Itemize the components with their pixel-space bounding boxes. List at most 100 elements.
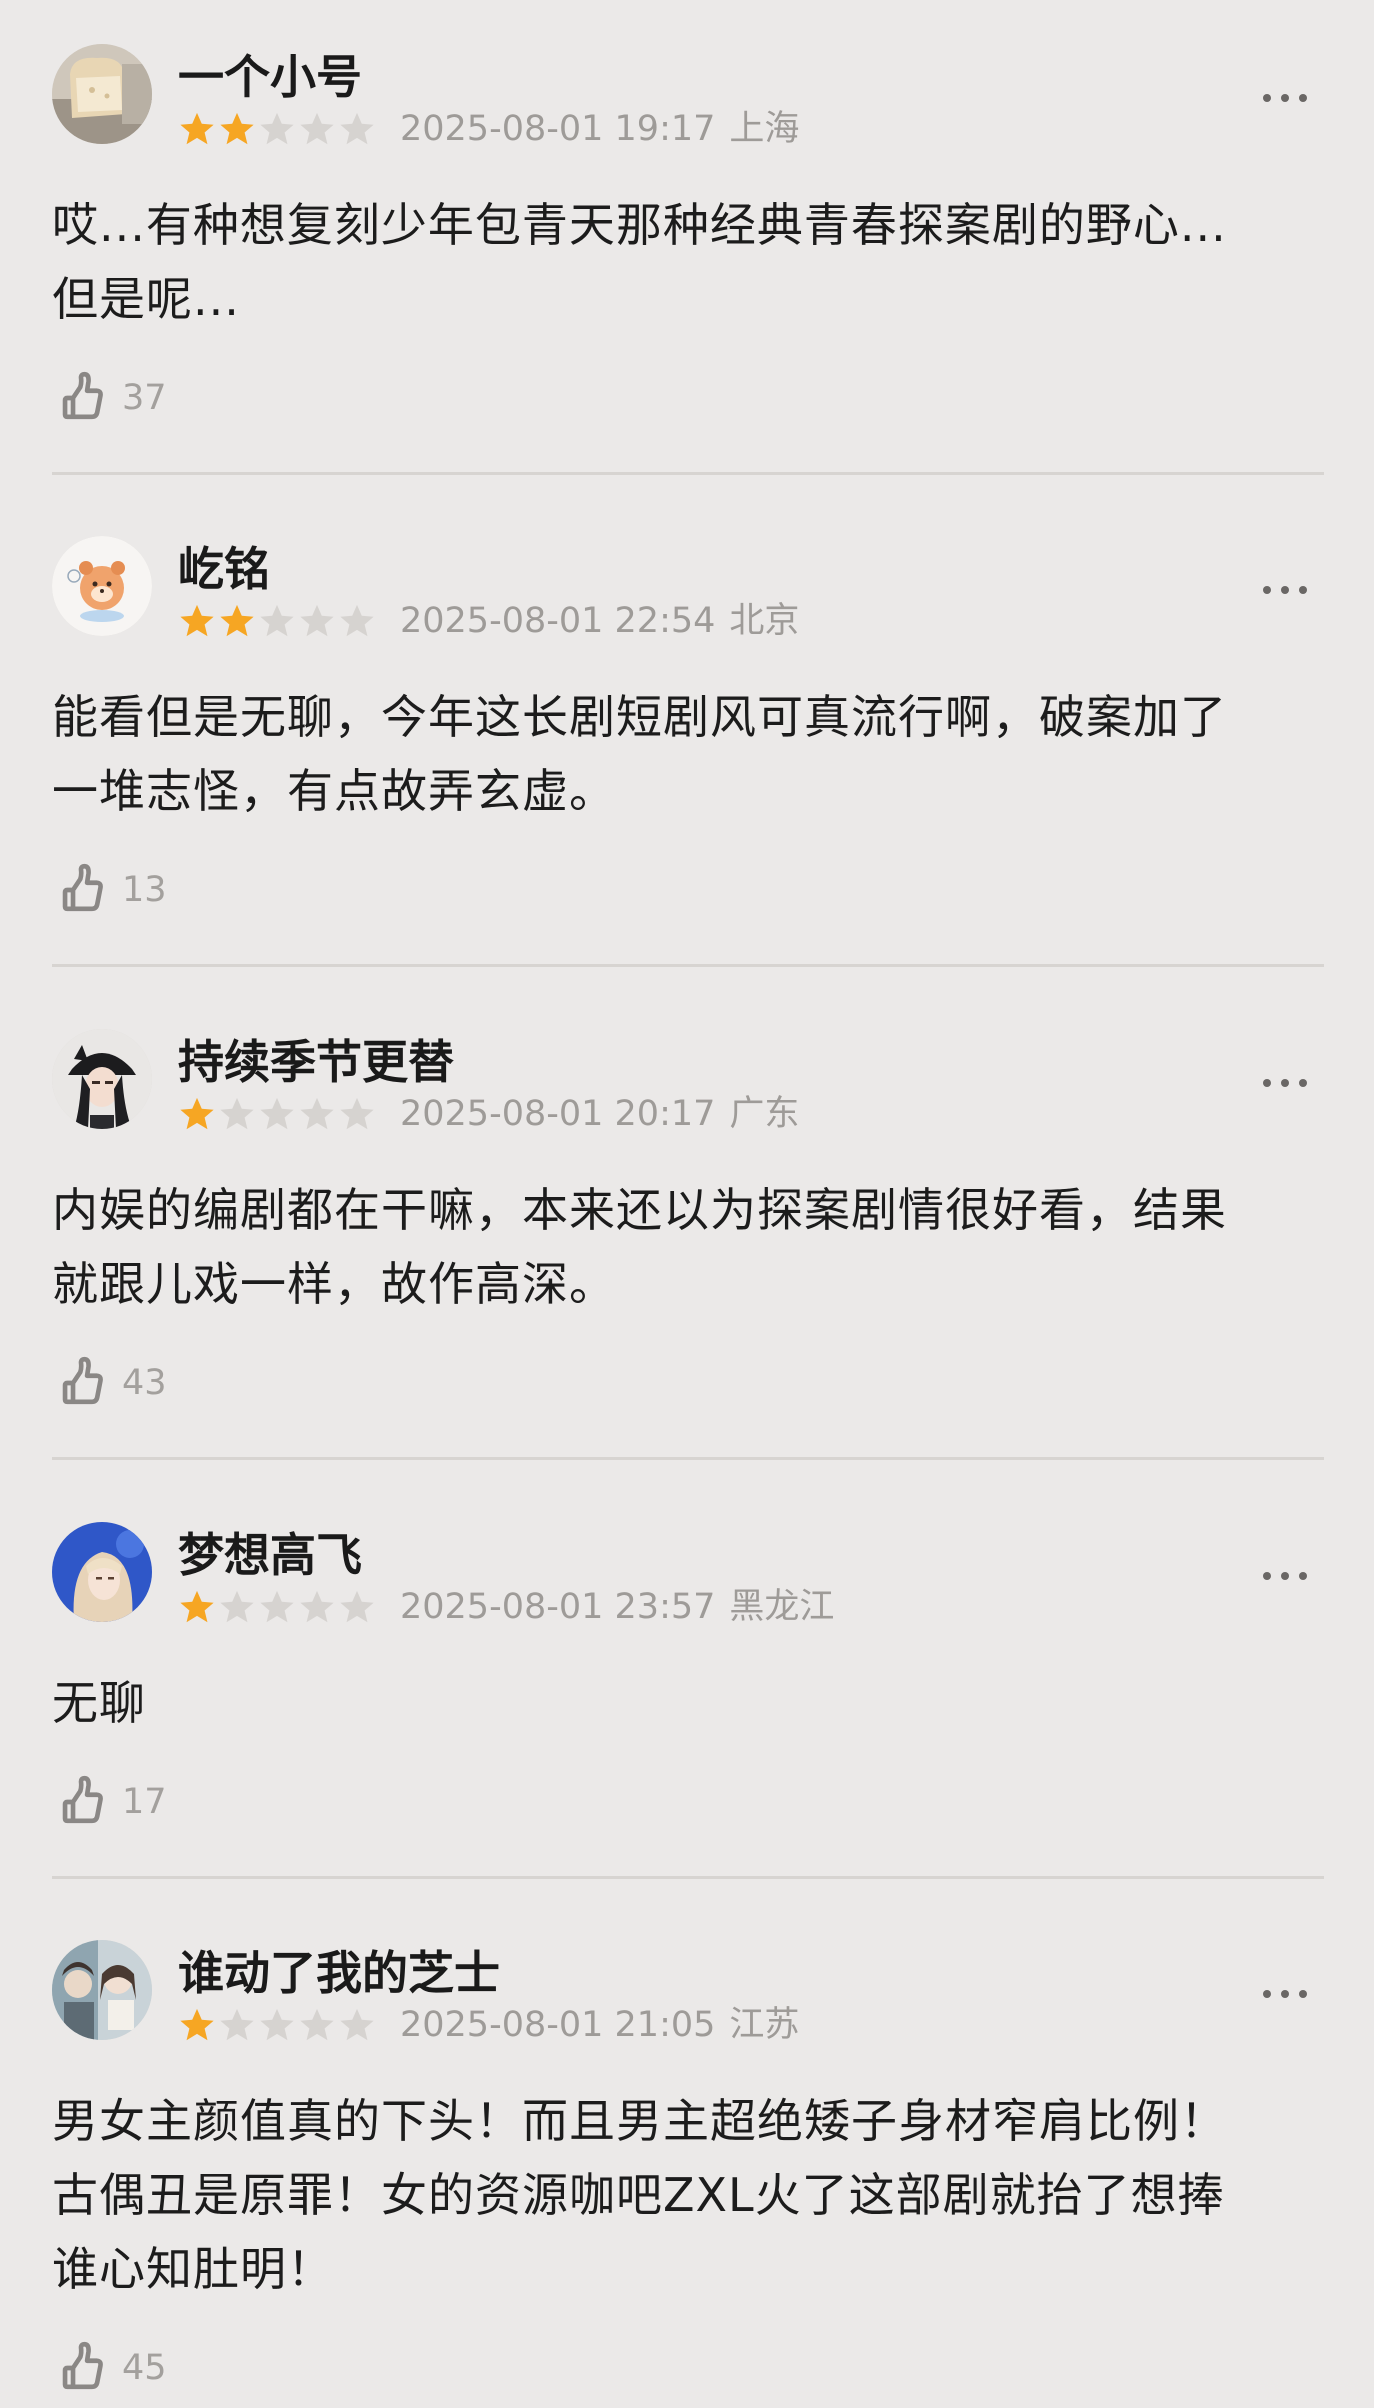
star-empty-icon [300, 1590, 334, 1623]
comment-text-line: 就跟儿戏一样，故作高深。 [52, 1257, 616, 1311]
comment-meta: 2025-08-01 23:57 黑龙江 [178, 1584, 834, 1630]
more-options-button[interactable] [1240, 1974, 1330, 2014]
comment-location: 黑龙江 [729, 1587, 835, 1627]
comment-text: 无聊 [52, 1666, 1327, 1740]
star-empty-icon [340, 112, 374, 145]
comment-text: 男女主颜值真的下头！而且男主超绝矮子身材窄肩比例！ 古偶丑是原罪！女的资源咖吧ZX… [52, 2084, 1327, 2306]
couple-photo-avatar[interactable] [52, 1940, 152, 2040]
like-count: 37 [122, 378, 167, 418]
comment-meta: 2025-08-01 20:17 广东 [178, 1091, 799, 1137]
more-dots-icon [1258, 1572, 1312, 1580]
comment-text-line: 无聊 [52, 1676, 146, 1730]
comment-divider [52, 964, 1324, 967]
star-rating [178, 2006, 378, 2044]
more-options-button[interactable] [1240, 1063, 1330, 1103]
dot [1281, 1990, 1289, 1998]
comment-meta: 2025-08-01 19:17 上海 [178, 106, 799, 152]
like-count: 13 [122, 870, 167, 910]
comment-text-line: 男女主颜值真的下头！而且男主超绝矮子身材窄肩比例！ [52, 2094, 1227, 2148]
comment-divider [52, 1457, 1324, 1460]
star-filled-icon [180, 1097, 214, 1130]
star-filled-icon [220, 112, 254, 145]
username[interactable]: 一个小号 [178, 50, 362, 104]
more-options-button[interactable] [1240, 78, 1330, 118]
comment-divider [52, 1876, 1324, 1879]
like-row: 17 [52, 1770, 167, 1834]
username[interactable]: 梦想高飞 [178, 1528, 362, 1582]
thumbs-up-icon[interactable] [52, 2339, 110, 2397]
dot [1281, 94, 1289, 102]
comment-feed: 一个小号 2025-08-01 19:17 上海哎...有种想复刻少年包青天那种经典… [0, 0, 1374, 2408]
comment-text-line: 一堆志怪，有点故弄玄虚。 [52, 764, 616, 818]
girl-blue-background-avatar[interactable] [52, 1522, 152, 1622]
username[interactable]: 屹铭 [178, 542, 270, 596]
comment-divider [52, 472, 1324, 475]
more-dots-icon [1258, 1990, 1312, 1998]
comment-text-line: 哎...有种想复刻少年包青天那种经典青春探案剧的野心... [52, 198, 1227, 252]
thumbs-up-icon[interactable] [52, 369, 110, 427]
comment-text: 内娱的编剧都在干嘛，本来还以为探案剧情很好看，结果 就跟儿戏一样，故作高深。 [52, 1173, 1327, 1321]
comment-time: 2025-08-01 21:05 [400, 2005, 716, 2045]
more-dots-icon [1258, 94, 1312, 102]
username[interactable]: 谁动了我的芝士 [178, 1946, 500, 2000]
more-dots-icon [1258, 586, 1312, 594]
dot [1263, 94, 1271, 102]
star-empty-icon [260, 112, 294, 145]
dot [1299, 1990, 1307, 1998]
star-empty-icon [260, 2008, 294, 2041]
comment-text-line: 古偶丑是原罪！女的资源咖吧ZXL火了这部剧就抬了想捧 [52, 2168, 1225, 2222]
star-filled-icon [180, 604, 214, 637]
like-count: 17 [122, 1782, 167, 1822]
comment-meta: 2025-08-01 21:05 江苏 [178, 2002, 799, 2048]
like-count: 43 [122, 1363, 167, 1403]
like-count: 45 [122, 2348, 167, 2388]
bread-photo-avatar[interactable] [52, 44, 152, 144]
thumbs-up-icon[interactable] [52, 861, 110, 919]
thumbs-up-icon[interactable] [52, 1354, 110, 1412]
star-empty-icon [220, 2008, 254, 2041]
star-empty-icon [260, 604, 294, 637]
like-row: 45 [52, 2336, 167, 2400]
comment-text: 能看但是无聊，今年这长剧短剧风可真流行啊，破案加了 一堆志怪，有点故弄玄虚。 [52, 680, 1327, 828]
star-empty-icon [260, 1590, 294, 1623]
star-empty-icon [340, 1590, 374, 1623]
dot [1299, 586, 1307, 594]
cartoon-bear-avatar[interactable] [52, 536, 152, 636]
star-empty-icon [300, 1097, 334, 1130]
star-rating [178, 602, 378, 640]
star-filled-icon [180, 112, 214, 145]
comment-location: 广东 [729, 1094, 800, 1134]
dot [1263, 586, 1271, 594]
comment-text-line: 但是呢... [52, 272, 240, 326]
star-filled-icon [220, 604, 254, 637]
girl-black-hat-avatar[interactable] [52, 1029, 152, 1129]
star-empty-icon [340, 604, 374, 637]
more-dots-icon [1258, 1079, 1312, 1087]
dot [1299, 1572, 1307, 1580]
comment-time: 2025-08-01 23:57 [400, 1587, 716, 1627]
star-empty-icon [340, 1097, 374, 1130]
comment-location: 江苏 [729, 2005, 800, 2045]
comment-text-line: 能看但是无聊，今年这长剧短剧风可真流行啊，破案加了 [52, 690, 1227, 744]
comment-time: 2025-08-01 20:17 [400, 1094, 716, 1134]
dot [1263, 1572, 1271, 1580]
thumbs-up-icon[interactable] [52, 1773, 110, 1831]
more-options-button[interactable] [1240, 570, 1330, 610]
dot [1281, 1572, 1289, 1580]
like-row: 43 [52, 1351, 167, 1415]
username[interactable]: 持续季节更替 [178, 1035, 454, 1089]
comment-meta: 2025-08-01 22:54 北京 [178, 598, 799, 644]
comment-text-line: 内娱的编剧都在干嘛，本来还以为探案剧情很好看，结果 [52, 1183, 1227, 1237]
star-empty-icon [340, 2008, 374, 2041]
more-options-button[interactable] [1240, 1556, 1330, 1596]
dot [1281, 1079, 1289, 1087]
dot [1263, 1990, 1271, 1998]
star-rating [178, 1095, 378, 1133]
star-filled-icon [180, 1590, 214, 1623]
star-rating [178, 1588, 378, 1626]
comment-location: 上海 [729, 109, 800, 149]
comment-location: 北京 [729, 601, 800, 641]
dot [1299, 1079, 1307, 1087]
comment-time: 2025-08-01 22:54 [400, 601, 716, 641]
star-empty-icon [300, 2008, 334, 2041]
